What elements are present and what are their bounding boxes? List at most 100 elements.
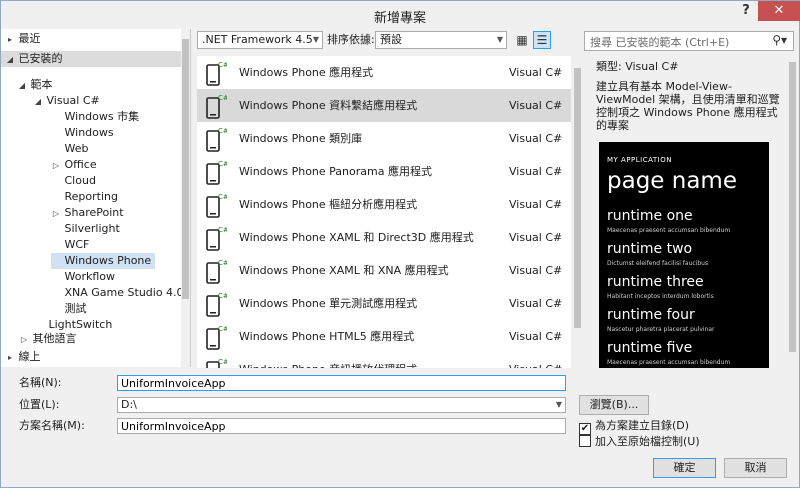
close-button[interactable]: ✕ bbox=[758, 1, 800, 21]
tree-item-label: 測試 bbox=[64, 302, 87, 315]
svg-text:C#: C# bbox=[218, 325, 227, 333]
tree-item-label: 範本 bbox=[30, 78, 53, 91]
phone-project-icon: C# bbox=[206, 127, 227, 152]
tree-item-label: 其他語言 bbox=[32, 332, 77, 345]
search-input[interactable]: 搜尋 已安裝的範本 (Ctrl+E) ⚲▾ bbox=[584, 31, 794, 51]
template-row[interactable]: C# Windows Phone 單元測試應用程式 Visual C# bbox=[197, 287, 571, 320]
project-name-input[interactable] bbox=[117, 375, 566, 391]
phone-project-icon: C# bbox=[206, 292, 227, 317]
svg-text:C#: C# bbox=[218, 226, 227, 234]
preview-item-sub: Maecenas praesent accumsan bibendum bbox=[607, 359, 731, 366]
create-directory-checkbox[interactable]: ✔ 為方案建立目錄(D) bbox=[579, 419, 689, 435]
collapse-icon[interactable]: ◢ bbox=[17, 78, 27, 94]
template-name: Windows Phone 單元測試應用程式 bbox=[239, 297, 418, 310]
tree-item-wcf[interactable]: WCF bbox=[51, 237, 90, 253]
template-language: Visual C# bbox=[509, 330, 563, 343]
template-language: Visual C# bbox=[509, 165, 563, 178]
preview-item-title: runtime four bbox=[607, 307, 695, 323]
sort-value: 預設 bbox=[380, 33, 402, 46]
checkbox-box[interactable]: ✔ bbox=[579, 423, 591, 435]
browse-button[interactable]: 瀏覽(B)... bbox=[579, 395, 649, 415]
template-row[interactable]: C# Windows Phone HTML5 應用程式 Visual C# bbox=[197, 320, 571, 353]
template-row[interactable]: C# Windows Phone 樞紐分析應用程式 Visual C# bbox=[197, 188, 571, 221]
tree-item-windows-store[interactable]: Windows 市集 bbox=[51, 109, 140, 125]
solution-name-input[interactable] bbox=[117, 418, 566, 434]
preview-item-title: runtime three bbox=[607, 274, 704, 290]
scrollbar-thumb[interactable] bbox=[574, 68, 581, 328]
title-bar: 新增專案 ? ✕ bbox=[1, 1, 800, 29]
tree-item-visual-csharp[interactable]: ◢ Visual C# bbox=[33, 93, 100, 109]
template-name: Windows Phone 資料繫結應用程式 bbox=[239, 99, 418, 112]
tree-item-windows-phone[interactable]: Windows Phone bbox=[51, 253, 156, 269]
expand-icon[interactable]: ▷ bbox=[19, 332, 29, 348]
template-row[interactable]: C# Windows Phone 音訊播放代理程式 Visual C# bbox=[197, 353, 571, 368]
framework-select[interactable]: .NET Framework 4.5 ▼ bbox=[197, 31, 323, 49]
name-label: 名稱(N): bbox=[19, 376, 62, 389]
tree-item-test[interactable]: 測試 bbox=[51, 301, 87, 317]
tree-item-windows[interactable]: Windows bbox=[51, 125, 114, 141]
list-view-icon[interactable]: ☰ bbox=[533, 31, 551, 49]
template-row[interactable]: C# Windows Phone XAML 和 XNA 應用程式 Visual C# bbox=[197, 254, 571, 287]
tree-item-web[interactable]: Web bbox=[51, 141, 89, 157]
checkbox-box[interactable] bbox=[579, 435, 591, 447]
svg-text:C#: C# bbox=[218, 160, 227, 168]
tree-item-sharepoint[interactable]: ▷ SharePoint bbox=[51, 205, 124, 221]
template-row[interactable]: C# Windows Phone XAML 和 Direct3D 應用程式 Visu… bbox=[197, 221, 571, 254]
expand-icon[interactable]: ▸ bbox=[5, 32, 15, 48]
preview-item-title: runtime five bbox=[607, 340, 693, 356]
tree-item-templates[interactable]: ◢ 範本 bbox=[17, 77, 53, 93]
tree-item-label: 線上 bbox=[18, 350, 41, 363]
search-icon[interactable]: ⚲▾ bbox=[772, 33, 787, 47]
add-source-control-checkbox[interactable]: 加入至原始檔控制(U) bbox=[579, 435, 700, 449]
tree-item-office[interactable]: ▷ Office bbox=[51, 157, 97, 173]
tree-item-reporting[interactable]: Reporting bbox=[51, 189, 118, 205]
location-select[interactable]: D:\ ▼ bbox=[117, 397, 566, 413]
phone-project-icon: C# bbox=[206, 358, 227, 368]
tree-item-label: SharePoint bbox=[64, 206, 124, 219]
template-row[interactable]: C# Windows Phone Panorama 應用程式 Visual C# bbox=[197, 155, 571, 188]
dropdown-arrow-icon: ▼ bbox=[555, 400, 562, 409]
template-row[interactable]: C# Windows Phone 類別庫 Visual C# bbox=[197, 122, 571, 155]
template-toolbar: .NET Framework 4.5 ▼ 排序依據: 預設 ▼ ▦ ☰ bbox=[197, 31, 567, 51]
template-row[interactable]: C# Windows Phone 應用程式 Visual C# bbox=[197, 56, 571, 89]
phone-project-icon: C# bbox=[206, 325, 227, 350]
detail-scrollbar[interactable] bbox=[788, 56, 796, 368]
grid-view-icon[interactable]: ▦ bbox=[513, 31, 531, 49]
list-scrollbar[interactable] bbox=[573, 56, 582, 368]
phone-project-icon: C# bbox=[206, 61, 227, 86]
tree-item-label: Reporting bbox=[64, 190, 118, 203]
phone-preview: MY APPLICATION page name runtime one Mae… bbox=[599, 142, 769, 368]
tree-item-installed[interactable]: ◢ 已安裝的 bbox=[1, 51, 190, 68]
svg-text:C#: C# bbox=[218, 259, 227, 267]
expand-icon[interactable]: ▷ bbox=[51, 206, 61, 222]
scrollbar-thumb[interactable] bbox=[789, 62, 796, 352]
tree-item-recent[interactable]: ▸ 最近 bbox=[5, 31, 41, 47]
tree-item-other-languages[interactable]: ▷ 其他語言 bbox=[19, 331, 77, 347]
checkbox-label: 為方案建立目錄(D) bbox=[595, 419, 690, 432]
collapse-icon[interactable]: ◢ bbox=[5, 52, 15, 68]
dropdown-arrow-icon: ▼ bbox=[496, 35, 503, 44]
collapse-icon[interactable]: ◢ bbox=[33, 94, 43, 110]
scrollbar-thumb[interactable] bbox=[182, 39, 189, 299]
tree-item-online[interactable]: ▸ 線上 bbox=[5, 349, 41, 365]
help-button[interactable]: ? bbox=[736, 3, 756, 23]
template-name: Windows Phone HTML5 應用程式 bbox=[239, 330, 415, 343]
ok-button[interactable]: 確定 bbox=[653, 458, 716, 478]
dropdown-arrow-icon: ▼ bbox=[312, 35, 319, 44]
sort-select[interactable]: 預設 ▼ bbox=[375, 31, 507, 49]
tree-item-xna[interactable]: XNA Game Studio 4.0 bbox=[51, 285, 184, 301]
expand-icon[interactable]: ▸ bbox=[5, 350, 15, 366]
tree-item-silverlight[interactable]: Silverlight bbox=[51, 221, 120, 237]
cancel-button[interactable]: 取消 bbox=[724, 458, 787, 478]
expand-icon[interactable]: ▷ bbox=[51, 158, 61, 174]
checkbox-label: 加入至原始檔控制(U) bbox=[595, 435, 700, 448]
tree-item-workflow[interactable]: Workflow bbox=[51, 269, 116, 285]
template-type: 類型: Visual C# bbox=[596, 60, 679, 73]
tree-scrollbar[interactable] bbox=[181, 29, 190, 369]
template-name: Windows Phone XAML 和 XNA 應用程式 bbox=[239, 264, 449, 277]
template-tree: ▸ 最近 ◢ 已安裝的 ◢ 範本 ◢ Visual C# Windows 市集 … bbox=[1, 29, 191, 367]
template-row[interactable]: C# Windows Phone 資料繫結應用程式 Visual C# bbox=[197, 89, 571, 122]
tree-item-cloud[interactable]: Cloud bbox=[51, 173, 96, 189]
preview-app-title: MY APPLICATION bbox=[607, 156, 672, 164]
template-name: Windows Phone 類別庫 bbox=[239, 132, 363, 145]
